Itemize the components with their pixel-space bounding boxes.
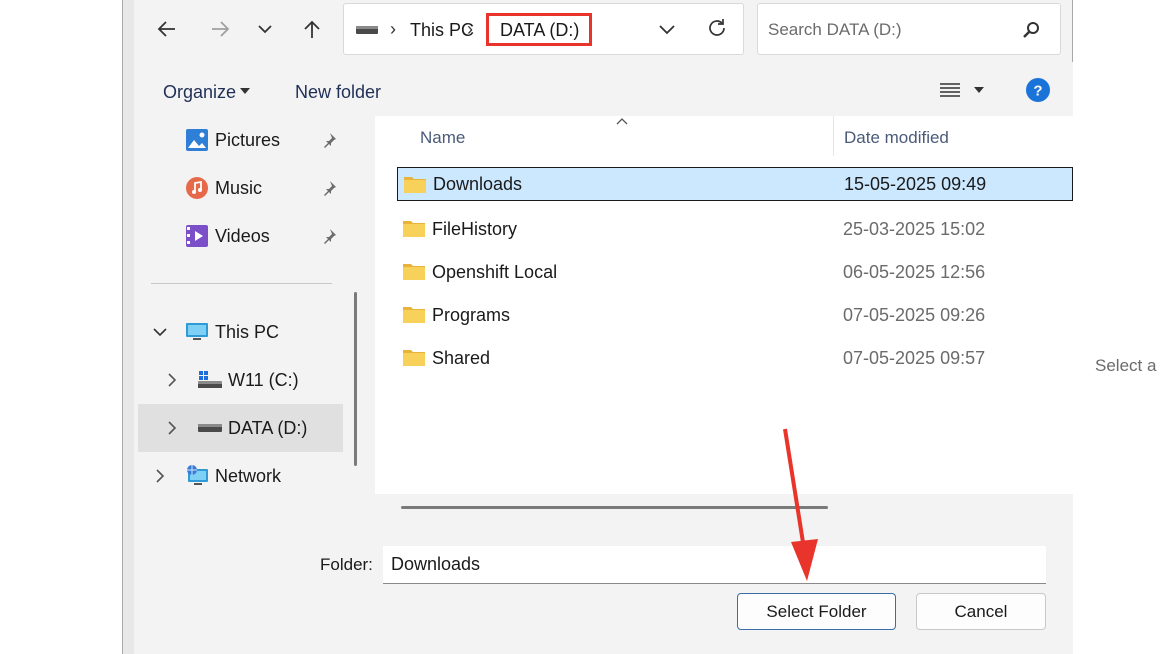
- list-item[interactable]: Shared 07-05-2025 09:57: [397, 341, 1073, 375]
- breadcrumb-this-pc[interactable]: This PC: [410, 20, 474, 41]
- column-header-date[interactable]: Date modified: [844, 128, 949, 148]
- folder-icon: [403, 348, 425, 366]
- file-name: Shared: [432, 347, 491, 368]
- file-name: FileHistory: [432, 218, 518, 239]
- breadcrumb-separator-icon: ›: [467, 19, 473, 39]
- column-header-name[interactable]: Name: [420, 128, 465, 148]
- expand-chevron-right-icon[interactable]: [166, 420, 178, 436]
- file-name: Programs: [432, 304, 511, 325]
- folder-name-field[interactable]: [383, 546, 1046, 584]
- up-button[interactable]: [295, 12, 329, 46]
- folder-label: Folder:: [320, 555, 373, 574]
- arrow-up-icon: [301, 18, 323, 40]
- nav-item-pictures[interactable]: Pictures: [186, 118, 342, 162]
- windows-drive-icon: [198, 371, 222, 389]
- search-input[interactable]: Search DATA (D:): [768, 20, 902, 40]
- nav-item-w11-drive[interactable]: W11 (C:): [198, 358, 342, 402]
- nav-item-network[interactable]: Network: [186, 454, 342, 498]
- background-hint-text: Select a: [1095, 356, 1157, 375]
- nav-item-label: Music: [215, 177, 263, 198]
- folder-icon: [403, 262, 425, 280]
- expand-chevron-right-icon[interactable]: [154, 468, 166, 484]
- back-button[interactable]: [150, 12, 184, 46]
- list-item[interactable]: Programs 07-05-2025 09:26: [397, 298, 1073, 332]
- pin-icon[interactable]: [321, 228, 337, 244]
- dialog-footer: [134, 520, 1073, 654]
- organize-menu[interactable]: Organize: [163, 82, 236, 103]
- file-name: Openshift Local: [432, 261, 558, 282]
- column-divider[interactable]: [833, 116, 834, 156]
- nav-item-data-drive[interactable]: DATA (D:): [198, 406, 342, 450]
- network-icon: [186, 465, 210, 487]
- select-folder-button[interactable]: Select Folder: [737, 593, 896, 630]
- file-name: Downloads: [433, 173, 523, 194]
- background-left: [0, 0, 122, 654]
- breadcrumb-separator-icon: ›: [390, 19, 396, 39]
- sort-ascending-icon: [616, 117, 628, 125]
- caret-down-icon: [240, 88, 250, 94]
- expand-chevron-right-icon[interactable]: [166, 372, 178, 388]
- nav-divider: [151, 283, 332, 284]
- nav-item-this-pc[interactable]: This PC: [186, 310, 342, 354]
- nav-item-label: DATA (D:): [228, 417, 308, 438]
- nav-item-music[interactable]: Music: [186, 166, 342, 210]
- pin-icon[interactable]: [321, 180, 337, 196]
- pictures-icon: [186, 129, 208, 151]
- arrow-right-icon: [209, 18, 231, 40]
- nav-item-label: Network: [215, 465, 282, 486]
- svg-text:?: ?: [1033, 83, 1042, 100]
- refresh-icon[interactable]: [706, 17, 728, 39]
- folder-icon: [403, 305, 425, 323]
- nav-item-videos[interactable]: Videos: [186, 214, 342, 258]
- pin-icon[interactable]: [321, 132, 337, 148]
- list-item[interactable]: Downloads 15-05-2025 09:49: [397, 167, 1073, 201]
- nav-scrollbar[interactable]: [354, 292, 357, 466]
- list-item[interactable]: FileHistory 25-03-2025 15:02: [397, 212, 1073, 246]
- search-icon[interactable]: [1021, 20, 1041, 40]
- command-bar: [134, 62, 1073, 116]
- nav-item-label: Pictures: [215, 129, 281, 150]
- new-folder-button[interactable]: New folder: [295, 82, 381, 103]
- drive-icon: [356, 24, 378, 36]
- nav-item-label: This PC: [215, 321, 280, 342]
- annotation-arrow-icon: [760, 425, 830, 585]
- expand-chevron-down-icon[interactable]: [152, 325, 168, 339]
- list-item[interactable]: Openshift Local 06-05-2025 12:56: [397, 255, 1073, 289]
- folder-icon: [403, 219, 425, 237]
- file-date: 06-05-2025 12:56: [843, 261, 986, 282]
- list-view-icon[interactable]: [939, 81, 961, 99]
- file-date: 07-05-2025 09:26: [843, 304, 986, 325]
- help-icon[interactable]: ?: [1026, 78, 1050, 102]
- file-date: 07-05-2025 09:57: [843, 347, 986, 368]
- chevron-down-icon: [256, 20, 274, 38]
- videos-icon: [186, 225, 208, 247]
- drive-icon: [198, 422, 222, 434]
- file-date: 15-05-2025 09:49: [844, 173, 987, 194]
- file-date: 25-03-2025 15:02: [843, 218, 986, 239]
- window-border: [122, 0, 134, 654]
- arrow-left-icon: [156, 18, 178, 40]
- annotation-highlight-box: [486, 13, 592, 46]
- nav-item-label: Videos: [215, 225, 270, 246]
- nav-item-label: W11 (C:): [228, 369, 299, 390]
- computer-icon: [186, 322, 208, 342]
- recent-locations-button[interactable]: [248, 12, 282, 46]
- cancel-button[interactable]: Cancel: [916, 593, 1046, 630]
- view-options-caret-icon[interactable]: [974, 87, 984, 93]
- folder-icon: [404, 175, 426, 193]
- address-history-chevron-icon[interactable]: [657, 20, 677, 38]
- forward-button[interactable]: [203, 12, 237, 46]
- music-icon: [186, 177, 208, 199]
